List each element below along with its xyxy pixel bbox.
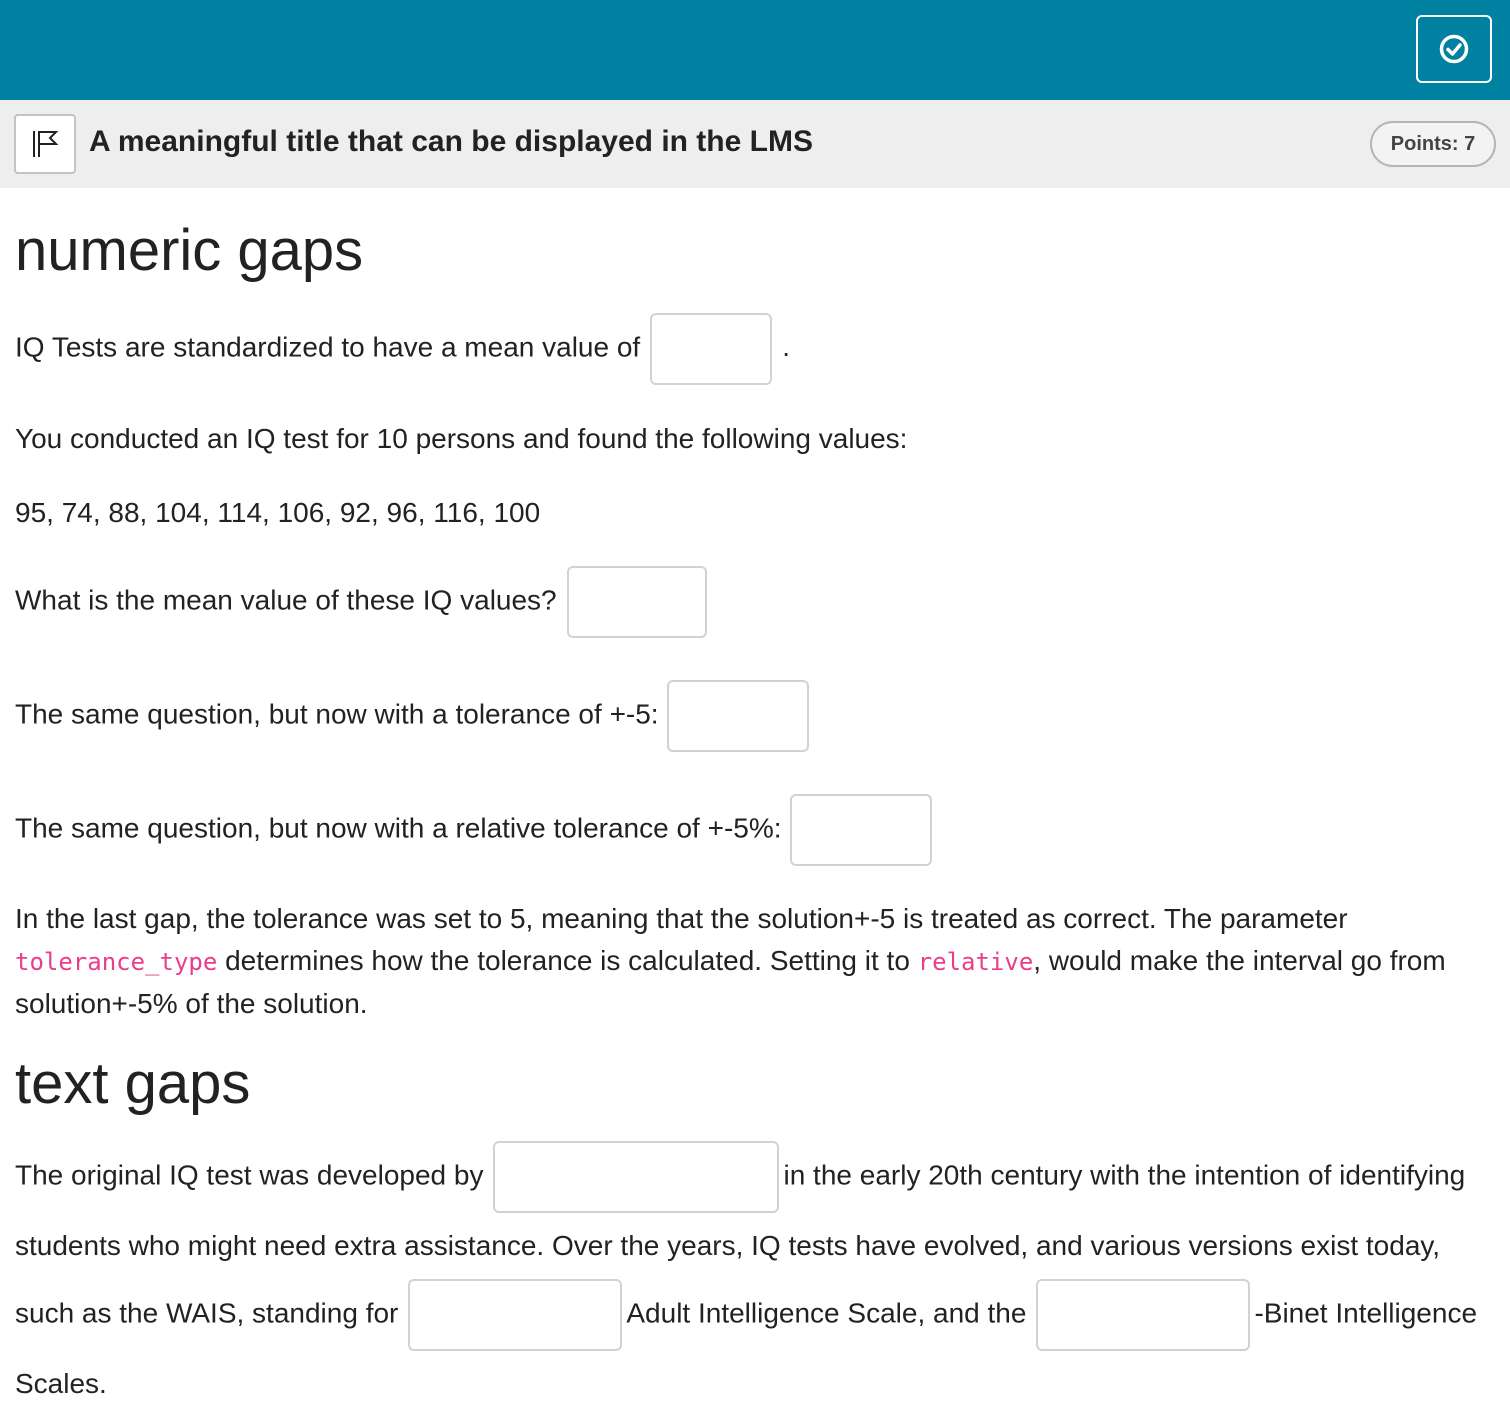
question-mean-standard: IQ Tests are standardized to have a mean… [15,313,1500,385]
gap-input-binet[interactable] [1036,1279,1251,1351]
note-text: determines how the tolerance is calculat… [225,945,910,976]
gap-input-relative-tolerance[interactable] [789,794,932,866]
text-gaps-heading: text gaps [15,1051,251,1116]
question-relative-tolerance: The same question, but now with a relati… [15,794,1500,866]
tolerance-note: In the last gap, the tolerance was set t… [15,898,1500,1025]
question-tolerance: The same question, but now with a tolera… [15,680,1500,752]
intro-text: You conducted an IQ test for 10 persons … [15,423,908,454]
title-bar: A meaningful title that can be displayed… [0,100,1510,188]
paragraph-text: Adult Intelligence Scale, and the [626,1297,1027,1329]
code-relative: relative [917,948,1034,976]
numeric-gaps-heading: numeric gaps [15,218,364,283]
question-text: The same question, but now with a relati… [15,812,782,844]
paragraph-text: The original IQ test was developed by [15,1159,484,1191]
question-text: IQ Tests are standardized to have a mean… [15,331,641,363]
top-bar [0,0,1510,100]
iq-values: 95, 74, 88, 104, 114, 106, 92, 96, 116, … [15,497,541,528]
flag-button[interactable] [14,114,76,174]
code-tolerance-type: tolerance_type [15,948,218,976]
gap-input-mean[interactable] [566,566,707,638]
note-text: In the last gap, the tolerance was set t… [15,903,1348,934]
check-circle-icon [1439,34,1469,64]
punctuation: . [782,331,790,363]
main-content: numeric gaps IQ Tests are standardized t… [15,188,1500,1417]
flag-icon [33,131,59,157]
page-title: A meaningful title that can be displayed… [89,125,813,158]
gap-input-mean-standard[interactable] [650,313,773,385]
question-text: What is the mean value of these IQ value… [15,584,557,616]
gap-input-developer[interactable] [493,1141,780,1213]
check-button[interactable] [1416,15,1492,83]
text-gaps-paragraph: The original IQ test was developed by in … [15,1141,1500,1417]
gap-input-wais[interactable] [408,1279,623,1351]
question-mean: What is the mean value of these IQ value… [15,566,1500,638]
gap-input-tolerance[interactable] [666,680,809,752]
question-text: The same question, but now with a tolera… [15,698,659,730]
points-badge: Points: 7 [1370,121,1496,167]
